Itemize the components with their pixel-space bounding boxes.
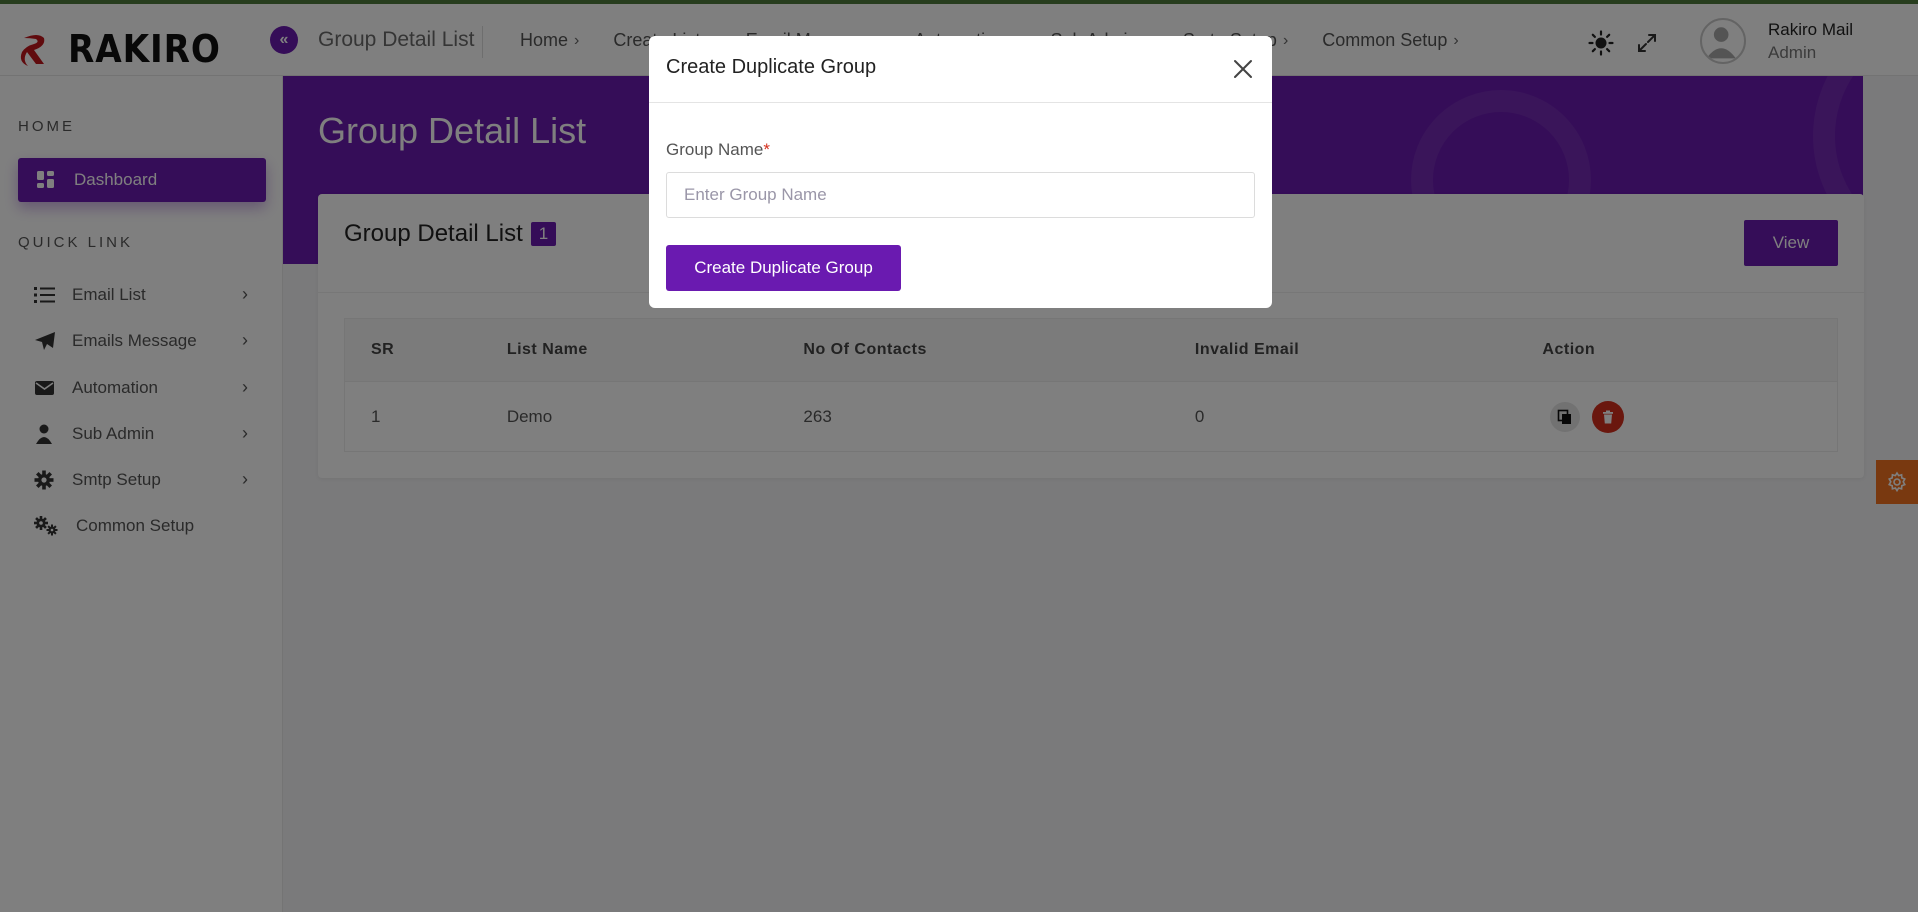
modal-title: Create Duplicate Group: [666, 56, 877, 78]
close-icon[interactable]: [1230, 56, 1256, 82]
modal-divider: [649, 102, 1272, 103]
create-duplicate-group-modal: Create Duplicate Group Group Name* Creat…: [649, 36, 1272, 308]
group-name-input[interactable]: [666, 172, 1255, 218]
group-name-label-text: Group Name: [666, 140, 764, 159]
create-duplicate-group-button[interactable]: Create Duplicate Group: [666, 245, 901, 291]
required-asterisk: *: [763, 140, 770, 159]
group-name-label: Group Name*: [666, 140, 770, 160]
